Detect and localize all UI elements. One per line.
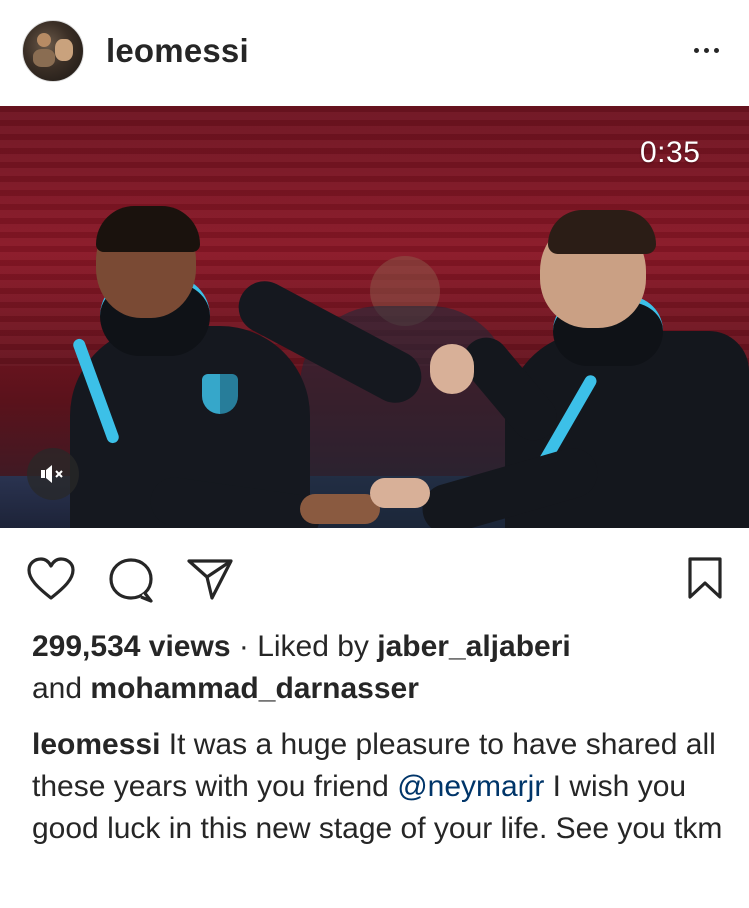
liked-by-prefix: Liked by bbox=[257, 630, 378, 663]
post-caption: leomessi It was a huge pleasure to have … bbox=[32, 724, 732, 850]
player-left-hair bbox=[96, 206, 200, 252]
and-text: and bbox=[32, 672, 91, 705]
player-right-hair bbox=[548, 210, 656, 254]
avatar-photo-detail bbox=[33, 49, 55, 67]
heart-glyph bbox=[27, 557, 75, 600]
hand bbox=[370, 478, 430, 508]
club-crest bbox=[202, 374, 238, 414]
video-timer: 0:35 bbox=[640, 136, 701, 169]
view-count[interactable]: 299,534 views bbox=[32, 630, 231, 663]
hand bbox=[300, 494, 380, 524]
other-liker-link[interactable]: mohammad_darnasser bbox=[90, 672, 418, 705]
volume-muted-icon[interactable] bbox=[27, 448, 79, 500]
volume-muted-glyph bbox=[41, 465, 63, 483]
caption-author-link[interactable]: leomessi bbox=[32, 728, 160, 761]
comment-bubble-icon[interactable] bbox=[108, 557, 154, 603]
dot bbox=[713, 47, 719, 53]
heart-icon[interactable] bbox=[27, 557, 75, 601]
profile-avatar[interactable] bbox=[22, 20, 84, 82]
dot bbox=[703, 47, 709, 53]
comment-glyph bbox=[109, 558, 153, 603]
separator: · bbox=[230, 630, 258, 663]
paper-plane-icon[interactable] bbox=[186, 557, 234, 601]
post-username[interactable]: leomessi bbox=[106, 32, 249, 70]
hand bbox=[430, 344, 474, 394]
post-stats: 299,534 views · Liked by jaber_aljaberia… bbox=[32, 626, 732, 710]
dot bbox=[693, 47, 699, 53]
more-options-icon[interactable] bbox=[690, 38, 722, 62]
share-glyph bbox=[187, 559, 233, 600]
mention-link[interactable]: @neymarjr bbox=[397, 770, 544, 803]
liked-by-user-link[interactable]: jaber_aljaberi bbox=[377, 630, 570, 663]
post-header: leomessi bbox=[0, 0, 749, 106]
post-video[interactable] bbox=[0, 106, 749, 528]
bookmark-icon[interactable] bbox=[686, 556, 724, 600]
avatar-photo-detail bbox=[37, 33, 51, 47]
avatar-photo-detail bbox=[55, 39, 73, 61]
bookmark-glyph bbox=[688, 557, 722, 599]
